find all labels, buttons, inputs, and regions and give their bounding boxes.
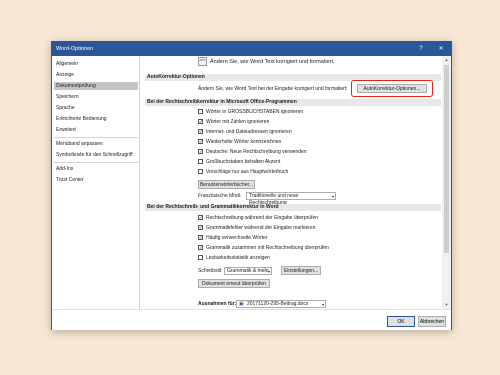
autocorrect-description: Ändern Sie, wie Word Text bei der Eingab… (198, 86, 348, 92)
checkbox-check-spelling[interactable]: ✓ (198, 215, 203, 220)
ok-button[interactable]: OK (387, 316, 415, 327)
option-label: Häufig verwechselte Wörter (206, 235, 268, 241)
checkbox-ignore-numbers[interactable]: ✓ (198, 119, 203, 124)
sidebar-divider (54, 137, 138, 138)
french-modes-select[interactable]: Traditionelle und neue Rechtschreibung ▾ (246, 192, 336, 206)
checkbox-mark-grammar[interactable]: ✓ (198, 225, 203, 230)
section-office-spelling: Bei der Rechtschreibkorrektur in Microso… (145, 99, 441, 106)
option-label: Internet- und Dateiadressen ignorieren (206, 129, 292, 135)
sidebar-divider (54, 162, 138, 163)
sidebar-item-addins[interactable]: Add-Ins (54, 165, 138, 173)
main-panel: ABC Ändern Sie, wie Word Text korrigiert… (141, 56, 451, 309)
custom-dictionaries-button[interactable]: Benutzerwörterbücher... (198, 180, 255, 189)
chevron-down-icon: ▾ (267, 269, 270, 274)
help-icon[interactable]: ? (416, 44, 426, 54)
scrollbar-thumb[interactable] (444, 65, 449, 253)
sidebar-item-dokumentpruefung[interactable]: Dokumentprüfung (54, 82, 138, 90)
cancel-button[interactable]: Abbrechen (418, 316, 446, 327)
writing-style-label: Schreibstil: (198, 268, 223, 274)
option-label: Wörter mit Zahlen ignorieren (206, 119, 270, 125)
writing-style-value: Grammatik & mehr (227, 268, 269, 274)
scroll-down-icon[interactable]: ▼ (442, 301, 451, 309)
settings-button[interactable]: Einstellungen... (281, 266, 321, 275)
page-description: Ändern Sie, wie Word Text korrigiert und… (210, 59, 335, 65)
sidebar-item-trust-center[interactable]: Trust Center (54, 176, 138, 184)
dialog-footer: OK Abbrechen (52, 309, 451, 330)
french-modes-label: Französische Modi: (198, 193, 242, 199)
chevron-down-icon: ▾ (321, 302, 324, 307)
option-label: Rechtschreibung während der Eingabe über… (206, 215, 319, 221)
title-bar: Word-Optionen ? ✕ (52, 42, 451, 56)
option-label: Grammatikfehler während der Eingabe mark… (206, 225, 316, 231)
writing-style-select[interactable]: Grammatik & mehr ▾ (224, 267, 272, 275)
chevron-down-icon: ▾ (331, 194, 334, 199)
sidebar-item-anzeige[interactable]: Anzeige (54, 71, 138, 79)
checkbox-repeated-words[interactable]: ✓ (198, 139, 203, 144)
option-label: Großbuchstaben behalten Akzent (206, 159, 281, 165)
option-label: Wörter in GROSSBUCHSTABEN ignorieren (206, 109, 304, 115)
sidebar-item-menueband[interactable]: Menüband anpassen (54, 140, 138, 148)
checkbox-uppercase-accent[interactable] (198, 159, 203, 164)
sidebar: Allgemein Anzeige Dokumentprüfung Speich… (52, 56, 140, 330)
option-label: Vorschläge nur aus Hauptwörterbuch (206, 169, 289, 175)
exceptions-value: 20171120-295-Beitrag.docx (247, 301, 309, 307)
sidebar-item-sprache[interactable]: Sprache (54, 104, 138, 112)
checkbox-main-dictionary[interactable] (198, 169, 203, 174)
option-label: Grammatik zusammen mit Rechtschreibung ü… (206, 245, 329, 251)
option-label: Lesbarkeitsstatistik anzeigen (206, 255, 270, 261)
section-word-spelling: Bei der Rechtschreib- und Grammatikkorre… (145, 204, 441, 211)
word-doc-icon: ▣ (239, 301, 244, 307)
vertical-scrollbar[interactable]: ▲ ▼ (442, 56, 451, 309)
sidebar-item-erleichterte-bedienung[interactable]: Erleichterte Bedienung (54, 115, 138, 123)
exceptions-label: Ausnahmen für: (198, 301, 237, 307)
checkbox-readability[interactable] (198, 255, 203, 260)
exceptions-select[interactable]: ▣ 20171120-295-Beitrag.docx ▾ (236, 300, 326, 308)
option-label: Wiederholte Wörter kennzeichnen (206, 139, 282, 145)
highlight-annotation (351, 80, 433, 97)
sidebar-item-schnellzugriff[interactable]: Symbolleiste für den Schnellzugriff (54, 151, 138, 159)
option-label: Deutsche: Neue Rechtschreibung verwenden (206, 149, 307, 155)
scroll-up-icon[interactable]: ▲ (442, 56, 451, 64)
recheck-document-button[interactable]: Dokument erneut überprüfen (198, 279, 270, 288)
checkbox-ignore-internet[interactable]: ✓ (198, 129, 203, 134)
word-options-dialog: Word-Optionen ? ✕ Allgemein Anzeige Doku… (51, 41, 452, 330)
close-icon[interactable]: ✕ (436, 44, 446, 54)
checkbox-ignore-uppercase[interactable] (198, 109, 203, 114)
sidebar-item-erweitert[interactable]: Erweitert (54, 126, 138, 134)
checkbox-confused-words[interactable]: ✓ (198, 235, 203, 240)
checkbox-grammar-with-spelling[interactable]: ✓ (198, 245, 203, 250)
checkbox-new-spelling[interactable]: ✓ (198, 149, 203, 154)
window-title: Word-Optionen (56, 45, 94, 52)
sidebar-item-speichern[interactable]: Speichern (54, 93, 138, 101)
abc-check-icon: ABC (198, 57, 207, 66)
sidebar-item-allgemein[interactable]: Allgemein (54, 60, 138, 68)
